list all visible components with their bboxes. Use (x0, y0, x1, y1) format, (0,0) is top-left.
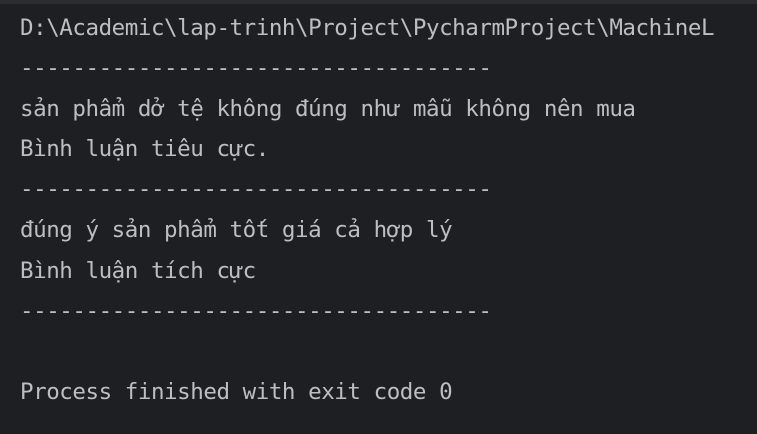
run-console-output[interactable]: D:\Academic\lap-trinh\Project\PycharmPro… (0, 0, 757, 434)
interpreter-path-line: D:\Academic\lap-trinh\Project\PycharmPro… (20, 15, 715, 41)
process-exit-line: Process finished with exit code 0 (20, 379, 453, 405)
input-comment-line: đúng ý sản phẩm tốt giá cả hợp lý (20, 217, 453, 243)
prediction-result-line: Bình luận tiêu cực. (20, 136, 269, 162)
console-top-border (0, 0, 757, 4)
prediction-result-line: Bình luận tích cực (20, 258, 256, 284)
separator-line: ------------------------------------ (20, 176, 492, 202)
separator-line: ------------------------------------ (20, 298, 492, 324)
separator-line: ------------------------------------ (20, 55, 492, 81)
input-comment-line: sản phẩm dở tệ không đúng như mẫu không … (20, 96, 636, 122)
